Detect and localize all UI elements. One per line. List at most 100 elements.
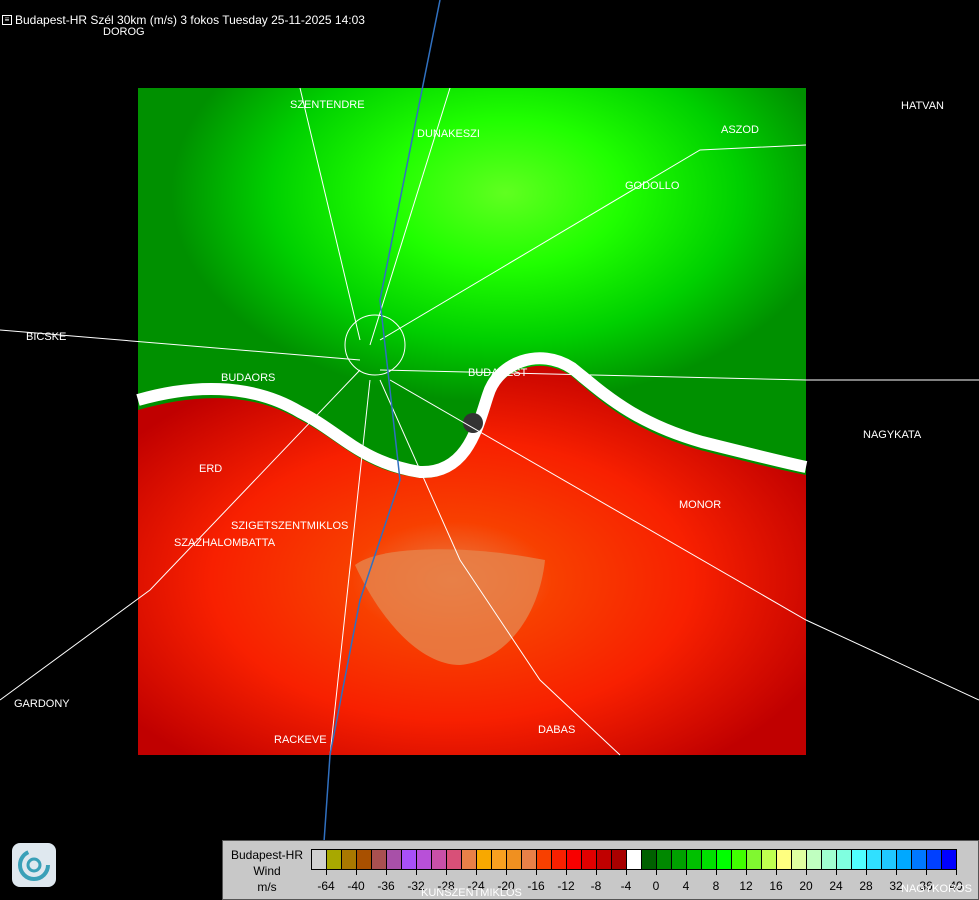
legend-color-cell bbox=[867, 850, 882, 869]
legend-tick-label: 0 bbox=[652, 879, 660, 893]
legend-tick-label: 28 bbox=[859, 879, 873, 893]
legend-tick bbox=[746, 869, 747, 875]
place-label: HATVAN bbox=[901, 100, 944, 112]
place-label: SZIGETSZENTMIKLOS bbox=[231, 520, 349, 532]
legend-color-cell bbox=[462, 850, 477, 869]
place-label: SZAZHALOMBATTA bbox=[174, 537, 276, 549]
legend-tick-label: -36 bbox=[377, 879, 395, 893]
legend-color-cell bbox=[612, 850, 627, 869]
legend-tick bbox=[836, 869, 837, 875]
met-service-logo-icon bbox=[12, 843, 56, 887]
legend-color-cell bbox=[327, 850, 342, 869]
legend-tick bbox=[536, 869, 537, 875]
map-title: ≡ Budapest-HR Szél 30km (m/s) 3 fokos Tu… bbox=[2, 13, 365, 27]
legend-color-cell bbox=[687, 850, 702, 869]
place-label: GARDONY bbox=[14, 698, 70, 710]
legend-tick bbox=[776, 869, 777, 875]
legend-tick bbox=[956, 869, 957, 875]
legend-tick bbox=[506, 869, 507, 875]
legend-color-cell bbox=[507, 850, 522, 869]
place-label: RACKEVE bbox=[274, 734, 327, 746]
legend-color-cell bbox=[777, 850, 792, 869]
legend-tick-label: 12 bbox=[739, 879, 753, 893]
place-label: NAGYKOROS bbox=[901, 883, 972, 895]
legend-color-cell bbox=[702, 850, 717, 869]
legend-color-cells bbox=[311, 849, 957, 870]
legend-color-cell bbox=[432, 850, 447, 869]
legend-color-cell bbox=[552, 850, 567, 869]
legend-color-cell bbox=[942, 850, 956, 869]
place-label: GODOLLO bbox=[625, 180, 680, 192]
legend-color-cell bbox=[672, 850, 687, 869]
color-legend: Budapest-HR Wind m/s -64 -40 -36 -32 -28 -24-… bbox=[222, 840, 979, 900]
legend-color-cell bbox=[882, 850, 897, 869]
legend-color-cell bbox=[627, 850, 642, 869]
place-label: SZENTENDRE bbox=[290, 99, 365, 111]
legend-color-cell bbox=[597, 850, 612, 869]
place-label: BICSKE bbox=[26, 331, 67, 343]
legend-color-cell bbox=[537, 850, 552, 869]
legend-title-line: Budapest-HR bbox=[230, 848, 304, 862]
legend-tick-label: -16 bbox=[527, 879, 545, 893]
legend-tick-label: 8 bbox=[712, 879, 720, 893]
legend-color-cell bbox=[717, 850, 732, 869]
place-label: ERD bbox=[199, 463, 223, 475]
legend-color-cell bbox=[567, 850, 582, 869]
place-label: DOROG bbox=[103, 26, 145, 38]
legend-tick bbox=[446, 869, 447, 875]
legend-tick-label: -8 bbox=[590, 879, 602, 893]
legend-color-cell bbox=[357, 850, 372, 869]
legend-title-line: Wind bbox=[253, 864, 281, 878]
legend-color-cell bbox=[342, 850, 357, 869]
legend-color-cell bbox=[762, 850, 777, 869]
legend-tick-label: -64 bbox=[317, 879, 335, 893]
legend-tick bbox=[806, 869, 807, 875]
legend-tick-label: 16 bbox=[769, 879, 783, 893]
legend-color-cell bbox=[402, 850, 417, 869]
legend-title-line: m/s bbox=[257, 880, 277, 894]
legend-tick bbox=[566, 869, 567, 875]
legend-tick bbox=[386, 869, 387, 875]
place-label: ASZOD bbox=[721, 124, 759, 136]
legend-tick bbox=[896, 869, 897, 875]
legend-color-cell bbox=[582, 850, 597, 869]
legend-tick bbox=[326, 869, 327, 875]
legend-tick bbox=[686, 869, 687, 875]
legend-tick-label: -12 bbox=[557, 879, 575, 893]
legend-tick bbox=[596, 869, 597, 875]
legend-color-cell bbox=[657, 850, 672, 869]
legend-tick bbox=[926, 869, 927, 875]
legend-color-cell bbox=[312, 850, 327, 869]
legend-tick bbox=[716, 869, 717, 875]
place-label: DUNAKESZI bbox=[417, 128, 480, 140]
legend-tick bbox=[656, 869, 657, 875]
legend-tick-label: -4 bbox=[620, 879, 632, 893]
legend-tick-label: 24 bbox=[829, 879, 843, 893]
legend-tick bbox=[416, 869, 417, 875]
legend-color-cell bbox=[387, 850, 402, 869]
legend-color-cell bbox=[747, 850, 762, 869]
document-icon[interactable]: ≡ bbox=[2, 15, 12, 25]
place-label: BUDAORS bbox=[221, 372, 276, 384]
legend-color-cell bbox=[492, 850, 507, 869]
legend-tick bbox=[626, 869, 627, 875]
legend-title: Budapest-HR Wind m/s bbox=[223, 847, 311, 895]
legend-color-cell bbox=[477, 850, 492, 869]
radar-map bbox=[0, 0, 979, 900]
legend-color-cell bbox=[912, 850, 927, 869]
legend-color-cell bbox=[417, 850, 432, 869]
legend-color-cell bbox=[792, 850, 807, 869]
place-label: NAGYKATA bbox=[863, 429, 922, 441]
place-label: DABAS bbox=[538, 724, 576, 736]
legend-color-cell bbox=[837, 850, 852, 869]
legend-color-cell bbox=[372, 850, 387, 869]
legend-tick bbox=[866, 869, 867, 875]
legend-tick-label: -40 bbox=[347, 879, 365, 893]
legend-tick bbox=[476, 869, 477, 875]
radar-site bbox=[463, 413, 483, 433]
place-label: MONOR bbox=[679, 499, 722, 511]
place-label: BUDAPEST bbox=[468, 367, 528, 379]
legend-color-cell bbox=[522, 850, 537, 869]
legend-tick-label: 20 bbox=[799, 879, 813, 893]
place-label: KUNSZENTMIKLOS bbox=[421, 887, 522, 899]
